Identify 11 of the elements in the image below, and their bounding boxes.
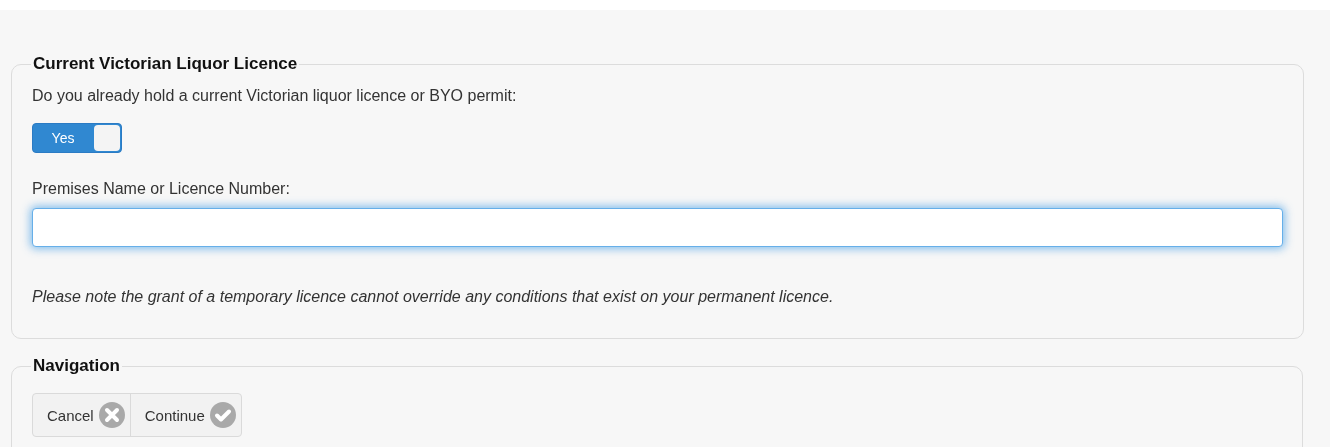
question-text: Do you already hold a current Victorian liquor licence or BYO permit:: [32, 87, 518, 105]
toggle-switch[interactable]: Yes: [32, 123, 122, 153]
section-legend: Current Victorian Liquor Licence: [31, 54, 300, 74]
cancel-icon: [97, 401, 126, 429]
section-legend: Navigation: [31, 356, 122, 376]
continue-button[interactable]: Continue: [129, 394, 241, 436]
check-icon: [208, 401, 237, 429]
input-field[interactable]: [32, 208, 1283, 247]
field-label: Premises Name or Licence Number:: [32, 180, 291, 198]
cancel-button[interactable]: Cancel: [33, 394, 130, 436]
note-text: Please note the grant of a temporary licence cannot override any conditions that exist on your permanent licence.: [32, 288, 835, 306]
